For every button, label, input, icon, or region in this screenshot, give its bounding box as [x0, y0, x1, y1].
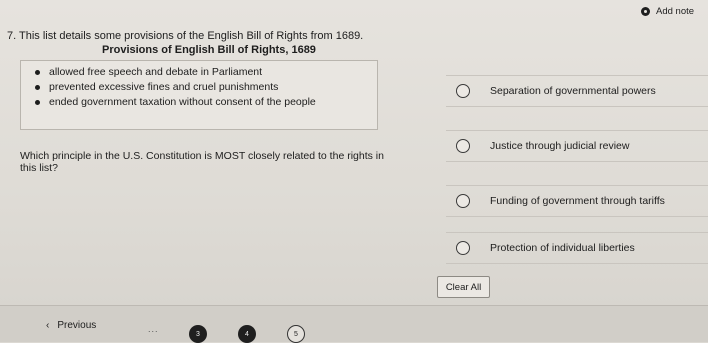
previous-button[interactable]: ‹ Previous [46, 320, 96, 331]
question-prompt-line: Which principle in the U.S. Constitution… [20, 150, 384, 162]
page-number: 5 [294, 330, 298, 338]
previous-label: Previous [57, 320, 97, 331]
choice-label: Justice through judicial review [490, 140, 630, 152]
provisions-box: allowed free speech and debate in Parlia… [20, 60, 378, 130]
provisions-title: Provisions of English Bill of Rights, 16… [102, 44, 316, 56]
choice-b[interactable]: Justice through judicial review [446, 130, 708, 162]
choice-label: Protection of individual liberties [490, 242, 635, 254]
add-note-label: Add note [656, 6, 695, 17]
radio-icon[interactable] [456, 194, 470, 208]
radio-icon[interactable] [456, 84, 470, 98]
choice-label: Separation of governmental powers [490, 85, 656, 97]
question-prompt-line: this list? [20, 162, 58, 174]
page-ellipsis: ... [148, 324, 159, 334]
question-intro: 7. This list details some provisions of … [7, 30, 364, 42]
provision-item: prevented excessive fines and cruel puni… [35, 80, 377, 95]
provision-item: allowed free speech and debate in Parlia… [35, 65, 377, 80]
choice-a[interactable]: Separation of governmental powers [446, 75, 708, 107]
choice-c[interactable]: Funding of government through tariffs [446, 185, 708, 217]
radio-icon[interactable] [456, 241, 470, 255]
page-4-button[interactable]: 4 [238, 325, 256, 343]
navigation-bar [0, 305, 708, 342]
provision-item: ended government taxation without consen… [35, 95, 377, 110]
clear-all-button[interactable]: Clear All [437, 276, 490, 298]
add-note-button[interactable]: Add note [641, 6, 694, 17]
radio-icon[interactable] [456, 139, 470, 153]
page-number: 3 [196, 330, 200, 338]
provisions-list: allowed free speech and debate in Parlia… [21, 65, 377, 110]
page-number: 4 [245, 330, 249, 338]
choice-d[interactable]: Protection of individual liberties [446, 232, 708, 264]
question-page: Add note 7. This list details some provi… [0, 0, 708, 343]
page-5-button[interactable]: 5 [287, 325, 305, 343]
add-note-icon [641, 7, 650, 16]
question-prompt: Which principle in the U.S. Constitution… [20, 150, 420, 174]
choice-label: Funding of government through tariffs [490, 195, 665, 207]
page-3-button[interactable]: 3 [189, 325, 207, 343]
chevron-left-icon: ‹ [46, 320, 50, 331]
